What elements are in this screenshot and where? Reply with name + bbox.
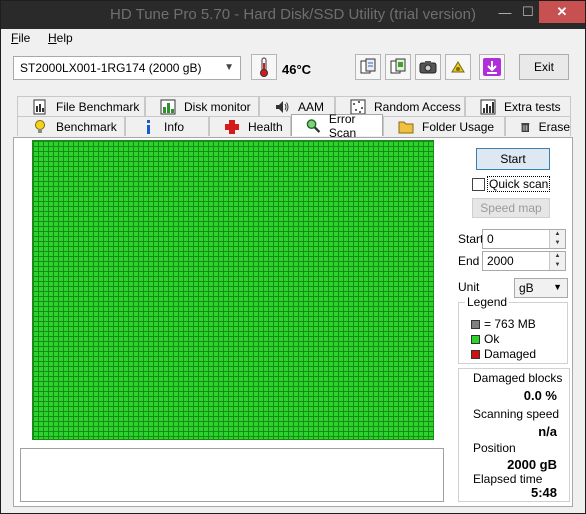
close-button[interactable]: ✕ [539,1,585,23]
position-value: 2000 gB [507,457,557,472]
legend-ok: Ok [471,332,499,346]
copy-info-button[interactable] [355,54,381,80]
tab-disk-monitor[interactable]: Disk monitor [145,96,259,116]
maximize-button[interactable]: ☐ [517,1,539,23]
position-label: Position [473,441,516,455]
elapsed-time-value: 5:48 [530,485,557,500]
tab-info[interactable]: Info [125,116,209,136]
start-button[interactable]: Start [476,148,550,170]
menu-bar: File Help [1,29,585,49]
tab-extra-tests[interactable]: Extra tests [465,96,571,116]
end-spinbox-value: 2000 [487,254,514,268]
screenshot-button[interactable] [415,54,441,80]
quick-scan-label[interactable]: Quick scan [486,176,551,192]
file-benchmark-icon [33,99,46,114]
copy-screen-button[interactable] [385,54,411,80]
info-icon [147,119,150,134]
start-field-label: Start [458,232,484,246]
thermometer-icon [260,57,268,77]
menu-help[interactable]: Help [48,31,73,45]
temperature-button[interactable] [251,54,277,80]
drive-select[interactable]: ST2000LX001-1RG174 (2000 gB) ▼ [13,56,241,80]
folder-icon [398,121,414,133]
exit-button[interactable]: Exit [519,54,569,80]
scan-block-map [32,140,434,440]
scan-block-grid [33,141,434,439]
app-window: HD Tune Pro 5.70 - Hard Disk/SSD Utility… [0,0,586,514]
start-spinbox-value: 0 [487,232,494,246]
tab-file-benchmark[interactable]: File Benchmark [17,96,145,116]
tab-erase[interactable]: Erase [505,116,571,136]
chevron-down-icon: ▼ [553,282,562,292]
menu-file[interactable]: File [11,31,30,45]
green-swatch-icon [471,334,480,344]
extra-tests-icon [480,99,496,114]
legend-group: Legend = 763 MB Ok Damaged [458,295,568,364]
tab-aam[interactable]: AAM [259,96,335,116]
copy-info-icon [360,58,376,74]
scanning-speed-label: Scanning speed [473,407,560,421]
scan-log-box[interactable] [20,448,444,502]
unit-select-value: gB [519,281,534,295]
legend-block-size: = 763 MB [471,317,536,331]
end-spinbox[interactable]: 2000 ▲ ▼ [482,251,566,271]
damaged-blocks-value: 0.0 % [523,388,557,403]
minimize-button[interactable]: — [493,1,517,23]
magnifier-icon [306,118,321,133]
trash-icon [521,122,530,132]
scan-stats-box: Damaged blocks 0.0 % Scanning speed n/a … [458,368,570,502]
options-button[interactable] [445,54,471,80]
damaged-blocks-label: Damaged blocks [473,371,563,385]
tab-health[interactable]: Health [209,116,291,136]
disk-monitor-icon [160,99,176,114]
legend-title: Legend [465,295,510,309]
chevron-down-icon: ▼ [224,62,234,73]
spin-arrows-icon[interactable]: ▲ ▼ [549,252,565,270]
tab-benchmark[interactable]: Benchmark [17,116,125,136]
camera-icon [419,61,437,74]
health-cross-icon [225,119,239,134]
red-swatch-icon [471,349,480,359]
spin-arrows-icon[interactable]: ▲ ▼ [549,230,565,248]
toolbar: ST2000LX001-1RG174 (2000 gB) ▼ 46°C Exit [1,49,585,91]
drive-select-value: ST2000LX001-1RG174 (2000 gB) [20,61,202,75]
speed-map-button[interactable]: Speed map [472,198,550,218]
unit-select[interactable]: gB ▼ [514,278,568,298]
speaker-icon [276,100,289,113]
start-spinbox[interactable]: 0 ▲ ▼ [482,229,566,249]
lightbulb-icon [35,119,45,133]
elapsed-time-label: Elapsed time [473,472,543,486]
temperature-readout: 46°C [282,62,312,77]
quick-scan-checkbox[interactable] [472,178,485,191]
title-bar[interactable]: HD Tune Pro 5.70 - Hard Disk/SSD Utility… [1,1,585,29]
download-button[interactable] [479,54,505,80]
tab-error-scan[interactable]: Error Scan [291,112,383,140]
scanning-speed-value: n/a [538,424,557,439]
health-settings-icon [451,61,465,73]
error-scan-panel: Start Quick scan Speed map Start 0 ▲ ▼ En… [13,137,573,507]
unit-label: Unit [458,280,480,294]
legend-damaged: Damaged [471,347,536,361]
tab-folder-usage[interactable]: Folder Usage [383,116,505,136]
end-field-label: End [458,254,480,268]
copy-screen-icon [390,58,406,74]
download-icon [483,58,501,76]
grey-swatch-icon [471,319,480,329]
